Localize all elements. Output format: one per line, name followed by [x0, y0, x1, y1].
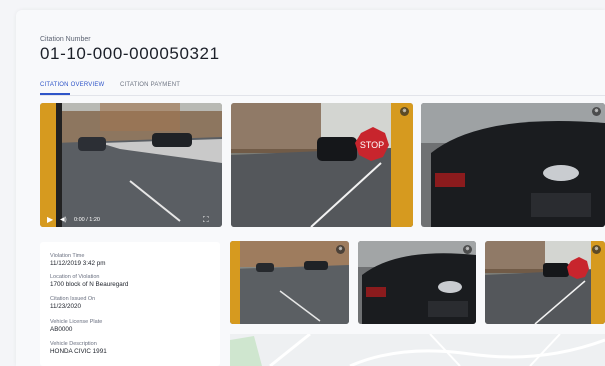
zoom-icon[interactable]: ⊕ [592, 245, 601, 254]
detail-label: Vehicle License Plate [50, 319, 103, 325]
citation-details-panel: Violation Time 11/12/2019 3:42 pm Locati… [40, 242, 220, 366]
tab-citation-overview[interactable]: CITATION OVERVIEW [40, 82, 104, 88]
citation-number: 01-10-000-000050321 [40, 44, 220, 63]
evidence-photo-license-plate[interactable]: ⊕ [421, 103, 605, 227]
detail-value: 11/12/2019 3:42 pm [50, 260, 106, 267]
fullscreen-icon[interactable]: ⛶ [203, 215, 209, 225]
evidence-thumbnail[interactable]: ⊕ [358, 241, 476, 324]
detail-value: AB0000 [50, 326, 73, 333]
evidence-thumbnail[interactable]: ⊕ [230, 241, 349, 324]
detail-label: Citation Issued On [50, 296, 96, 302]
zoom-icon[interactable]: ⊕ [463, 245, 472, 254]
volume-icon[interactable]: ◀) [60, 216, 67, 223]
video-time: 0:00 / 1:20 [74, 217, 100, 223]
violation-video-player[interactable]: ▶ ◀) 0:00 / 1:20 ⛶ [40, 103, 222, 227]
play-icon[interactable]: ▶ [47, 215, 53, 224]
detail-label: Violation Time [50, 253, 85, 259]
video-controls: ▶ ◀) 0:00 / 1:20 ⛶ [40, 213, 222, 227]
detail-label: Vehicle Description [50, 341, 97, 347]
zoom-icon[interactable]: ⊕ [400, 107, 409, 116]
tab-citation-payment[interactable]: CITATION PAYMENT [120, 82, 180, 88]
tab-divider [40, 95, 605, 96]
citation-number-label: Citation Number [40, 36, 91, 43]
detail-value: HONDA CIVIC 1991 [50, 348, 107, 355]
evidence-photo-stop-arm[interactable]: STOP ⊕ [231, 103, 413, 227]
detail-value: 1700 block of N Beauregard [50, 281, 129, 288]
detail-value: 11/23/2020 [50, 303, 82, 310]
svg-text:STOP: STOP [360, 140, 384, 150]
zoom-icon[interactable]: ⊕ [336, 245, 345, 254]
detail-label: Location of Violation [50, 274, 100, 280]
evidence-thumbnail[interactable]: ⊕ [485, 241, 605, 324]
zoom-icon[interactable]: ⊕ [592, 107, 601, 116]
violation-location-map[interactable] [230, 334, 605, 366]
